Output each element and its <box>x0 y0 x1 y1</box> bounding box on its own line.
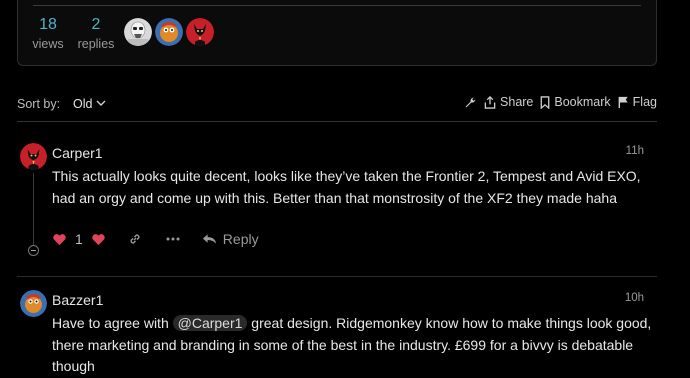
avatar[interactable] <box>20 290 47 317</box>
ellipsis-icon <box>166 237 180 241</box>
thread-line <box>33 173 34 245</box>
share-button[interactable]: Share <box>484 95 533 109</box>
cartoon-avatar[interactable] <box>155 18 183 46</box>
share-label: Share <box>500 95 534 109</box>
copy-link-button[interactable] <box>128 232 142 246</box>
sort-dropdown[interactable]: Old <box>73 97 92 111</box>
replies-count: 2 <box>91 16 101 33</box>
flag-label: Flag <box>632 95 657 109</box>
topic-summary: 18 views 2 replies <box>17 0 657 66</box>
like-button[interactable] <box>52 233 67 246</box>
post-timestamp[interactable]: 10h <box>625 292 644 304</box>
reply-button[interactable]: Reply <box>202 231 259 247</box>
devil-avatar[interactable] <box>186 18 214 46</box>
reply-label: Reply <box>222 231 259 247</box>
controls-divider <box>17 121 657 122</box>
summary-divider <box>33 5 641 6</box>
post-username[interactable]: Carper1 <box>52 145 103 161</box>
avatar[interactable] <box>20 143 47 170</box>
topic-controls: Sort by: Old Share Bookmark Flag <box>17 92 657 116</box>
sort-by-label: Sort by: <box>17 97 61 111</box>
post-actions: 1 Reply <box>52 231 259 247</box>
post-username[interactable]: Bazzer1 <box>52 292 103 308</box>
replies-stat: 2 replies <box>66 16 126 52</box>
bookmark-icon <box>541 95 550 109</box>
post-text: Have to agree with <box>52 315 173 331</box>
heart-icon <box>53 233 66 245</box>
bookmark-button[interactable]: Bookmark <box>540 95 611 109</box>
like-toggle-button[interactable] <box>91 233 106 246</box>
link-icon <box>130 234 140 244</box>
post-divider <box>17 276 657 277</box>
like-count[interactable]: 1 <box>75 231 83 247</box>
user-mention-link[interactable]: @Carper1 <box>172 315 248 331</box>
topic-actions: Share Bookmark Flag <box>464 95 657 109</box>
share-icon <box>484 95 496 109</box>
heart-icon <box>92 233 105 245</box>
post-timestamp[interactable]: 11h <box>626 145 644 157</box>
stormtrooper-avatar[interactable] <box>124 18 152 46</box>
flag-button[interactable]: Flag <box>618 95 657 109</box>
chevron-down-icon[interactable] <box>96 100 106 107</box>
flag-icon <box>618 96 628 108</box>
post-body: Have to agree with @Carper1 great design… <box>52 313 652 378</box>
post-body: This actually looks quite decent, looks … <box>52 168 641 206</box>
more-options-button[interactable] <box>166 237 180 241</box>
replies-label: replies <box>77 37 115 51</box>
collapse-icon[interactable] <box>28 245 39 256</box>
post: Carper1 11h This actually looks quite de… <box>20 143 656 261</box>
wrench-icon[interactable] <box>464 96 477 109</box>
bookmark-label: Bookmark <box>554 95 611 109</box>
reply-icon <box>202 234 216 244</box>
post: Bazzer1 10h Have to agree with @Carper1 … <box>20 290 656 378</box>
participant-avatars <box>124 18 214 46</box>
